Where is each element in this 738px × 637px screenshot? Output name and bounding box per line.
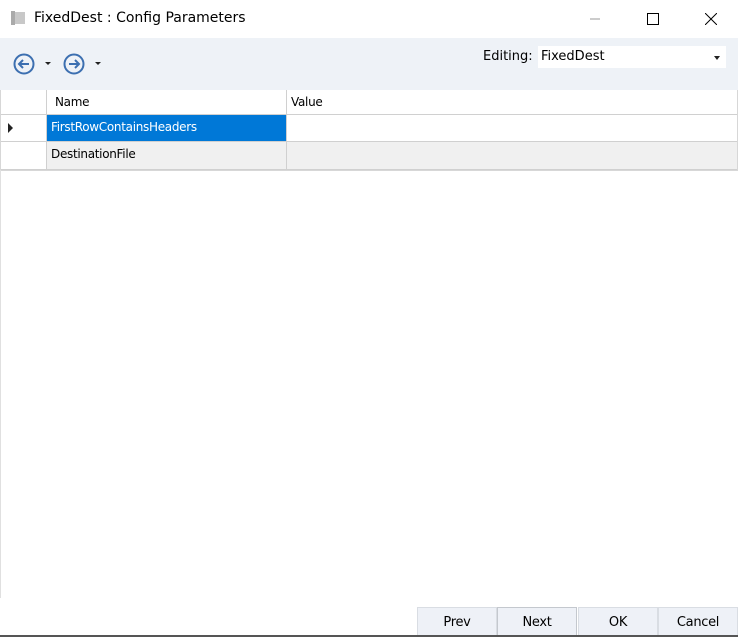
window-title: FixedDest : Config Parameters <box>34 10 246 26</box>
column-header-value[interactable]: Value <box>287 90 737 115</box>
current-row-icon <box>8 123 13 133</box>
minimize-button[interactable] <box>572 0 618 38</box>
editing-select[interactable]: FixedDest <box>538 46 726 68</box>
back-dropdown-icon[interactable] <box>45 62 51 65</box>
editing-label: Editing: <box>483 49 533 64</box>
forward-button[interactable] <box>62 52 86 76</box>
toolbar: Editing: FixedDest <box>0 38 738 90</box>
parameters-grid: Name Value FirstRowContainsHeaders Desti… <box>0 90 738 171</box>
name-cell[interactable]: DestinationFile <box>47 142 287 170</box>
value-cell[interactable] <box>287 115 737 142</box>
column-header-name[interactable]: Name <box>47 90 287 115</box>
cancel-button[interactable]: Cancel <box>658 607 738 637</box>
minimize-icon <box>590 18 600 20</box>
app-icon <box>11 11 25 25</box>
name-cell[interactable]: FirstRowContainsHeaders <box>47 115 287 142</box>
next-button[interactable]: Next <box>497 607 577 637</box>
row-header[interactable] <box>1 142 47 170</box>
row-header[interactable] <box>1 115 47 142</box>
forward-dropdown-icon[interactable] <box>95 62 101 65</box>
close-button[interactable] <box>688 0 734 38</box>
value-cell[interactable] <box>287 142 737 170</box>
close-icon <box>705 13 717 25</box>
divider <box>0 170 1 598</box>
maximize-icon <box>647 13 659 25</box>
back-button[interactable] <box>12 52 36 76</box>
row-header-corner <box>1 90 47 115</box>
prev-button[interactable]: Prev <box>417 607 497 637</box>
title-bar: FixedDest : Config Parameters <box>0 0 738 38</box>
chevron-down-icon <box>714 56 720 60</box>
editing-value: FixedDest <box>541 49 605 64</box>
ok-button[interactable]: OK <box>578 607 658 637</box>
maximize-button[interactable] <box>630 0 676 38</box>
